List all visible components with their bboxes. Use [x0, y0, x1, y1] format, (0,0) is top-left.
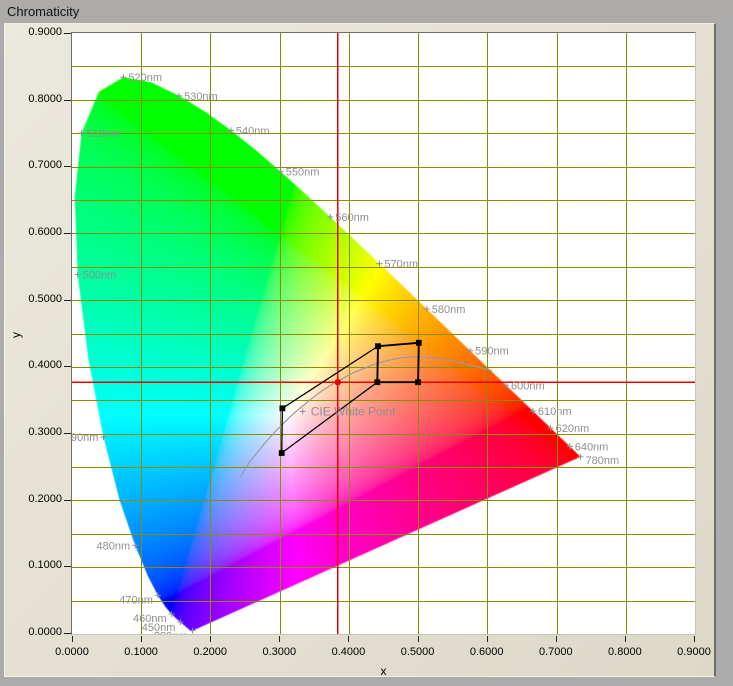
x-tick-label: 0.0000 [44, 646, 100, 658]
x-axis-title: x [72, 664, 695, 678]
y-axis-title: y [9, 326, 27, 344]
x-tick-label: 0.2000 [182, 646, 238, 658]
x-axis-tick [625, 636, 626, 642]
x-tick-label: 0.9000 [666, 646, 722, 658]
wavelength-tick-marker [578, 454, 584, 460]
x-tick-label: 0.7000 [528, 646, 584, 658]
wavelength-tick-marker [503, 382, 509, 388]
y-tick-label: 0.9000 [8, 26, 62, 38]
wavelength-tick-marker [278, 169, 284, 175]
svg-text:570nm: 570nm [384, 259, 418, 271]
svg-text:520nm: 520nm [128, 72, 162, 84]
wavelength-tick-marker [177, 619, 183, 625]
x-tick-label: 0.6000 [459, 646, 515, 658]
x-axis-tick [694, 636, 695, 642]
wavelength-tick-marker [190, 628, 196, 634]
title-bar[interactable]: Chromaticity [0, 0, 733, 23]
wavelength-tick-marker [75, 271, 81, 277]
gridlines [72, 33, 695, 634]
svg-text:540nm: 540nm [236, 125, 270, 137]
y-tick-label: 0.5000 [8, 293, 62, 305]
svg-text:590nm: 590nm [475, 346, 509, 358]
x-axis-tick [418, 636, 419, 642]
y-tick-label: 0.0000 [8, 626, 62, 638]
svg-text:600nm: 600nm [511, 380, 545, 392]
y-axis-tick [64, 233, 71, 234]
x-tick-label: 0.5000 [390, 646, 446, 658]
y-axis-tick [64, 633, 71, 634]
wavelength-tick-marker [120, 74, 126, 80]
y-tick-label: 0.1000 [8, 559, 62, 571]
svg-text:480nm: 480nm [97, 540, 131, 552]
x-axis-tick [279, 636, 280, 642]
wavelength-labels: 520nm 530nm 540nm 550nm 560nm 570nm 580nm 590nm… [72, 72, 619, 634]
measured-point-dot [335, 379, 341, 385]
y-axis-tick [64, 100, 71, 101]
window-title: Chromaticity [7, 4, 79, 19]
measurement-crosshair [72, 33, 695, 634]
y-tick-label: 0.4000 [8, 359, 62, 371]
wavelength-tick-marker [169, 611, 175, 617]
wavelength-tick-marker [424, 306, 430, 312]
x-axis-tick [210, 636, 211, 642]
x-tick-label: 0.8000 [597, 646, 653, 658]
y-tick-label: 0.3000 [8, 426, 62, 438]
svg-text:550nm: 550nm [286, 167, 320, 179]
y-tick-label: 0.7000 [8, 159, 62, 171]
svg-text:640nm: 640nm [575, 441, 609, 453]
svg-text:490nm: 490nm [72, 432, 98, 444]
chart-panel: CIE White Point 520nm 530nm 540nm 550nm 560nm… [4, 23, 716, 677]
wavelength-tick-marker [327, 214, 333, 220]
wavelength-tick-marker [467, 348, 473, 354]
x-axis-tick [348, 636, 349, 642]
y-axis-tick [64, 300, 71, 301]
y-axis-tick [64, 433, 71, 434]
x-axis-tick [141, 636, 142, 642]
wavelength-tick-marker [548, 425, 554, 431]
x-tick-label: 0.3000 [251, 646, 307, 658]
x-axis-tick [72, 636, 73, 642]
y-axis-tick [64, 166, 71, 167]
y-tick-label: 0.2000 [8, 493, 62, 505]
x-tick-label: 0.1000 [113, 646, 169, 658]
svg-text:620nm: 620nm [556, 423, 590, 435]
wavelength-tick-marker [530, 408, 536, 414]
wavelength-tick-marker [132, 542, 138, 548]
y-axis-tick [64, 33, 71, 34]
wavelength-tick-marker [376, 261, 382, 267]
x-tick-label: 0.4000 [320, 646, 376, 658]
cie-white-point-marker: CIE White Point [300, 404, 396, 418]
svg-text:610nm: 610nm [538, 406, 572, 418]
svg-text:500nm: 500nm [83, 269, 117, 281]
svg-text:470nm: 470nm [119, 594, 153, 606]
svg-text:CIE White Point: CIE White Point [311, 404, 396, 418]
chromaticity-window: Chromaticity CIE White Point 520nm 530nm 54… [0, 0, 733, 686]
svg-text:780nm: 780nm [586, 455, 620, 467]
plot-area[interactable]: CIE White Point 520nm 530nm 540nm 550nm 560nm… [71, 32, 696, 635]
wavelength-tick-marker [79, 130, 85, 136]
svg-text:380nm: 380nm [154, 631, 188, 634]
y-axis-tick [64, 500, 71, 501]
svg-text:560nm: 560nm [335, 212, 369, 224]
svg-text:510nm: 510nm [87, 128, 121, 140]
y-axis-tick [64, 366, 71, 367]
y-axis-tick [64, 566, 71, 567]
wavelength-tick-marker [228, 127, 234, 133]
svg-text:580nm: 580nm [432, 304, 466, 316]
y-tick-label: 0.8000 [8, 93, 62, 105]
x-axis-tick [556, 636, 557, 642]
y-tick-label: 0.6000 [8, 226, 62, 238]
wavelength-tick-marker [155, 592, 161, 598]
x-axis-tick [487, 636, 488, 642]
wavelength-tick-marker [176, 93, 182, 99]
wavelength-tick-marker [567, 443, 573, 449]
svg-text:530nm: 530nm [184, 91, 218, 103]
chart-overlay: CIE White Point 520nm 530nm 540nm 550nm 560nm… [72, 33, 695, 634]
